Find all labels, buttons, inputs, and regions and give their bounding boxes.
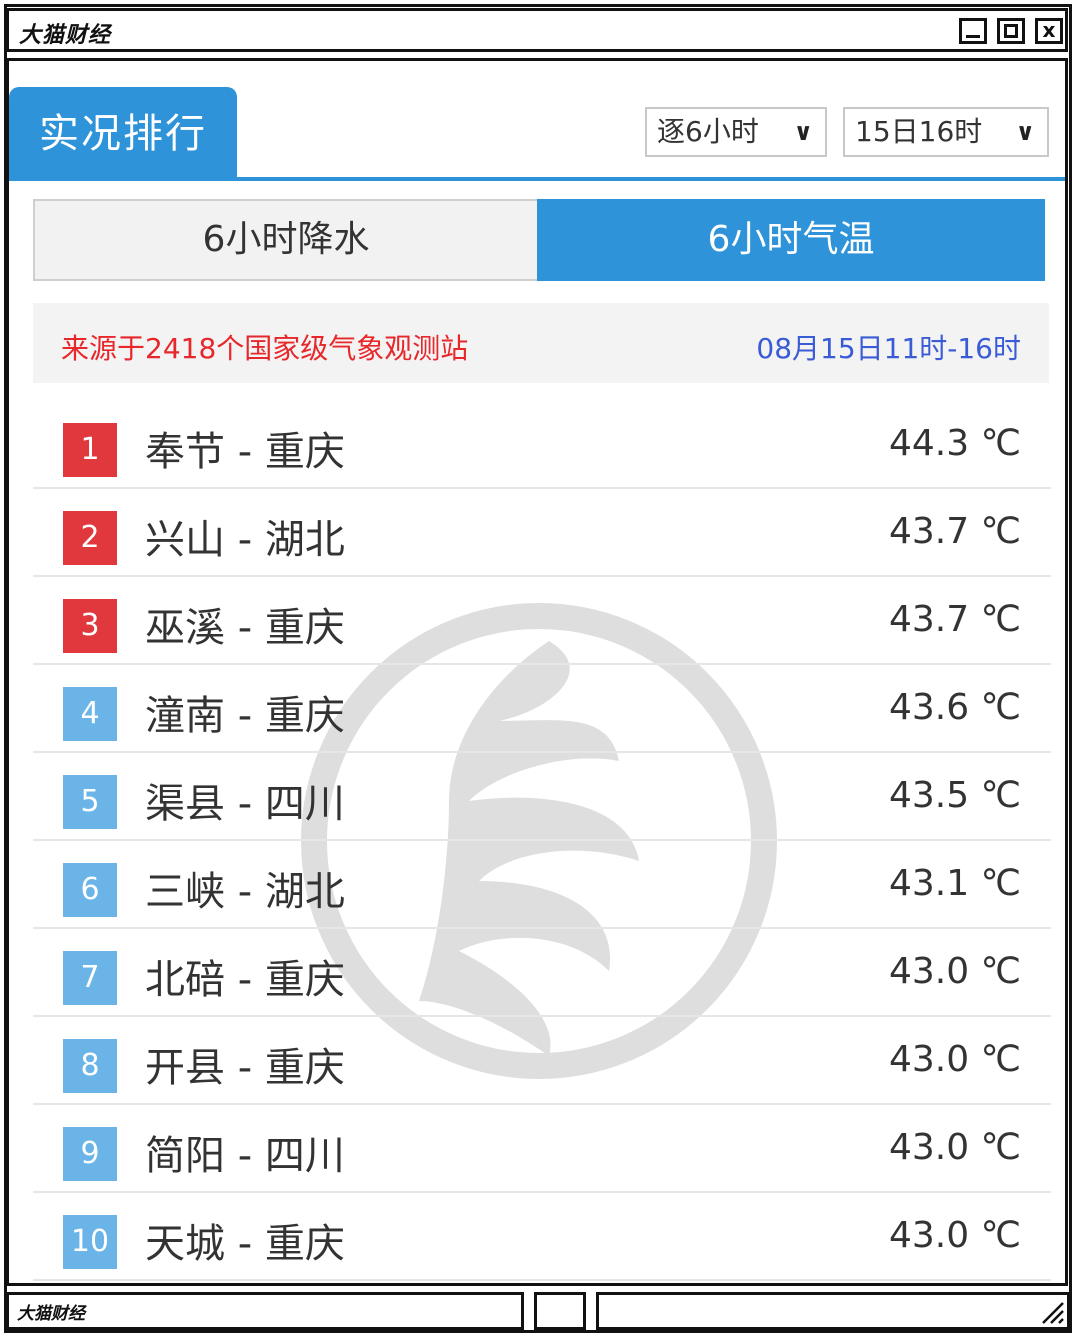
metric-toggle: 6小时降水 6小时气温 bbox=[33, 199, 1045, 281]
rank-badge: 9 bbox=[63, 1127, 117, 1181]
temperature-value: 43.0 ℃ bbox=[888, 1039, 1021, 1080]
temperature-value: 44.3 ℃ bbox=[888, 423, 1021, 464]
status-bar-cell-right bbox=[596, 1292, 1070, 1330]
list-item[interactable]: 4 潼南 - 重庆 43.6 ℃ bbox=[33, 665, 1051, 753]
interval-select[interactable]: 逐6小时 ∨ bbox=[645, 107, 827, 157]
list-item[interactable]: 8 开县 - 重庆 43.0 ℃ bbox=[33, 1017, 1051, 1105]
temperature-value: 43.7 ℃ bbox=[888, 599, 1021, 640]
window-title: 大猫财经 bbox=[19, 23, 112, 48]
temperature-value: 43.6 ℃ bbox=[888, 687, 1021, 728]
station-name: 天城 - 重庆 bbox=[145, 1221, 345, 1267]
minimize-icon[interactable] bbox=[959, 18, 987, 44]
station-name: 开县 - 重庆 bbox=[145, 1045, 345, 1091]
chevron-down-icon: ∨ bbox=[1015, 118, 1036, 146]
list-item[interactable]: 3 巫溪 - 重庆 43.7 ℃ bbox=[33, 577, 1051, 665]
list-item[interactable]: 9 简阳 - 四川 43.0 ℃ bbox=[33, 1105, 1051, 1193]
temperature-value: 43.1 ℃ bbox=[888, 863, 1021, 904]
maximize-icon[interactable] bbox=[997, 18, 1025, 44]
rank-badge: 1 bbox=[63, 423, 117, 477]
station-name: 奉节 - 重庆 bbox=[145, 429, 345, 475]
station-name: 三峡 - 湖北 bbox=[145, 869, 345, 915]
close-icon[interactable]: x bbox=[1035, 18, 1063, 44]
rank-badge: 7 bbox=[63, 951, 117, 1005]
header-divider bbox=[9, 177, 1065, 181]
interval-select-value: 逐6小时 bbox=[657, 115, 759, 148]
chevron-down-icon: ∨ bbox=[793, 118, 814, 146]
temperature-value: 43.5 ℃ bbox=[888, 775, 1021, 816]
station-name: 渠县 - 四川 bbox=[145, 781, 345, 827]
rank-badge: 5 bbox=[63, 775, 117, 829]
rank-badge: 2 bbox=[63, 511, 117, 565]
station-name: 北碚 - 重庆 bbox=[145, 957, 345, 1003]
list-item[interactable]: 7 北碚 - 重庆 43.0 ℃ bbox=[33, 929, 1051, 1017]
list-item[interactable]: 5 渠县 - 四川 43.5 ℃ bbox=[33, 753, 1051, 841]
station-name: 简阳 - 四川 bbox=[145, 1133, 345, 1179]
list-item[interactable]: 1 奉节 - 重庆 44.3 ℃ bbox=[33, 401, 1051, 489]
station-name: 兴山 - 湖北 bbox=[145, 517, 345, 563]
status-bar: 大猫财经 bbox=[6, 1292, 524, 1330]
title-bar: 大猫财经 x bbox=[6, 8, 1068, 52]
temperature-value: 43.0 ℃ bbox=[888, 1215, 1021, 1256]
ranking-list: 1 奉节 - 重庆 44.3 ℃ 2 兴山 - 湖北 43.7 ℃ 3 巫溪 - 重庆 43.7… bbox=[33, 401, 1051, 1281]
rank-badge: 3 bbox=[63, 599, 117, 653]
rank-badge: 6 bbox=[63, 863, 117, 917]
temperature-value: 43.7 ℃ bbox=[888, 511, 1021, 552]
list-item[interactable]: 10 天城 - 重庆 43.0 ℃ bbox=[33, 1193, 1051, 1281]
list-item[interactable]: 2 兴山 - 湖北 43.7 ℃ bbox=[33, 489, 1051, 577]
temperature-value: 43.0 ℃ bbox=[888, 1127, 1021, 1168]
rank-badge: 8 bbox=[63, 1039, 117, 1093]
info-bar: 来源于2418个国家级气象观测站 08月15日11时-16时 bbox=[33, 303, 1049, 383]
status-bar-cell bbox=[534, 1292, 586, 1330]
data-source-text: 来源于2418个国家级气象观测站 bbox=[61, 332, 469, 365]
station-name: 巫溪 - 重庆 bbox=[145, 605, 345, 651]
rank-badge: 4 bbox=[63, 687, 117, 741]
rank-badge: 10 bbox=[63, 1215, 117, 1269]
resize-grip-icon[interactable] bbox=[1037, 1297, 1065, 1325]
status-text: 大猫财经 bbox=[17, 1304, 85, 1324]
station-name: 潼南 - 重庆 bbox=[145, 693, 345, 739]
tab-live-ranking[interactable]: 实况排行 bbox=[9, 87, 237, 181]
time-select-value: 15日16时 bbox=[855, 115, 983, 148]
tab-6h-precipitation[interactable]: 6小时降水 bbox=[35, 201, 537, 279]
time-period-text: 08月15日11时-16时 bbox=[756, 332, 1021, 365]
content-panel: 实况排行 逐6小时 ∨ 15日16时 ∨ 6小时降水 6小时气温 来源于2418… bbox=[6, 58, 1068, 1286]
time-select[interactable]: 15日16时 ∨ bbox=[843, 107, 1049, 157]
tab-6h-temperature[interactable]: 6小时气温 bbox=[537, 199, 1045, 281]
temperature-value: 43.0 ℃ bbox=[888, 951, 1021, 992]
list-item[interactable]: 6 三峡 - 湖北 43.1 ℃ bbox=[33, 841, 1051, 929]
